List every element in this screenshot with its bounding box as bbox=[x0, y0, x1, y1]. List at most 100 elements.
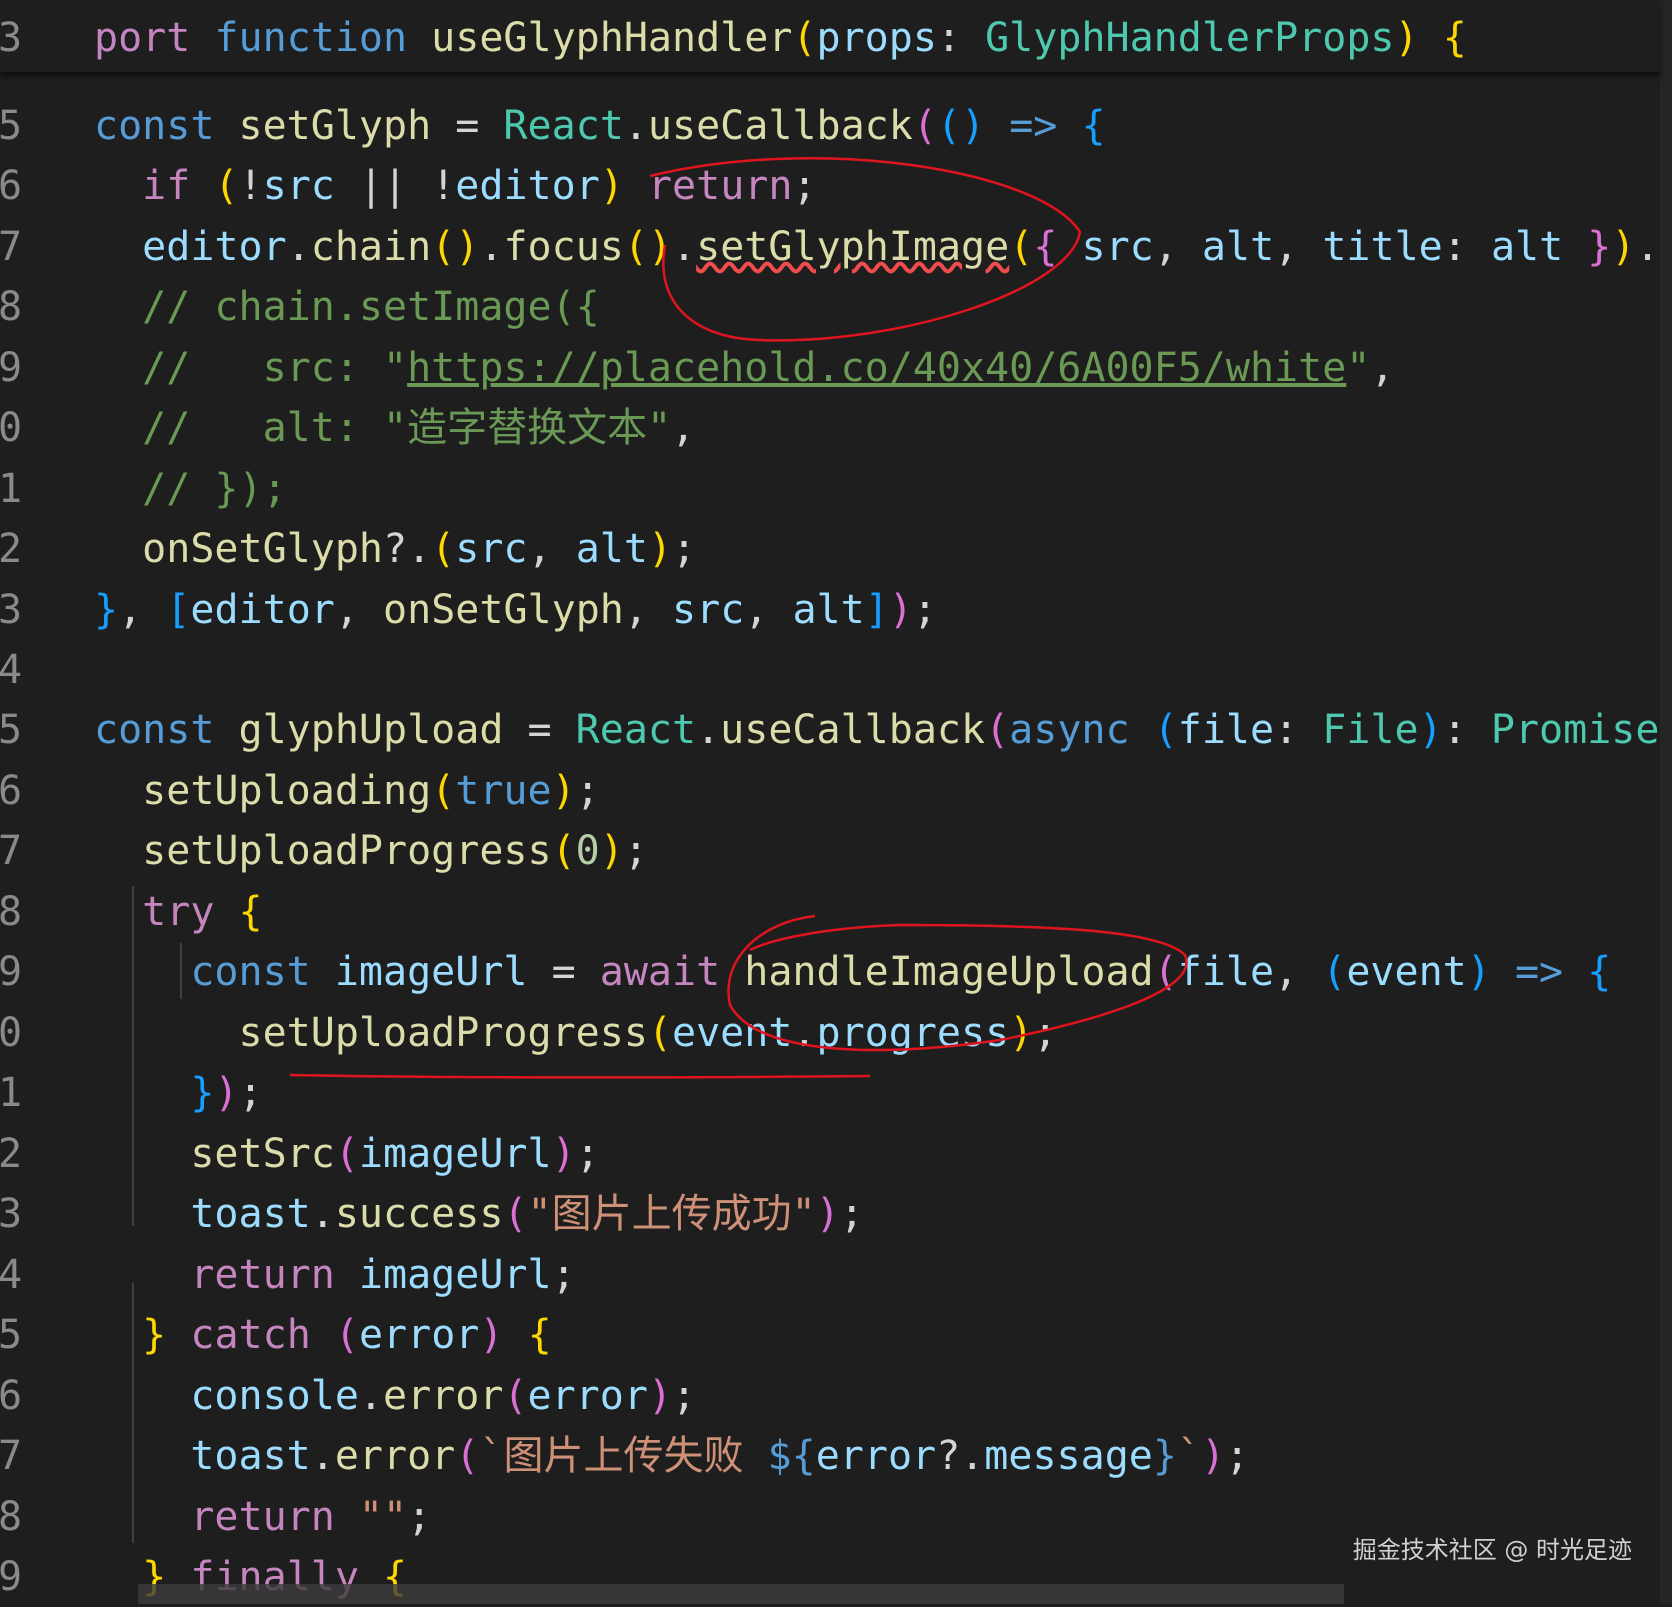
code-text[interactable]: const setGlyph = React.useCallback(() =>… bbox=[94, 96, 1106, 156]
code-text[interactable]: try { bbox=[94, 882, 262, 942]
code-line[interactable]: 2 setSrc(imageUrl); bbox=[0, 1124, 1660, 1184]
code-text[interactable]: if (!src || !editor) return; bbox=[94, 156, 817, 216]
code-line[interactable]: 8 // chain.setImage({ bbox=[0, 277, 1660, 337]
code-token: ; bbox=[672, 1373, 697, 1419]
code-text[interactable]: const imageUrl = await handleImageUpload… bbox=[94, 942, 1611, 1002]
code-text[interactable]: setUploadProgress(0); bbox=[94, 821, 648, 881]
code-text[interactable]: } catch (error) { bbox=[94, 1305, 551, 1365]
code-line[interactable]: 5 const setGlyph = React.useCallback(() =… bbox=[0, 96, 1660, 156]
code-token: . bbox=[1635, 224, 1660, 270]
code-token: event bbox=[1346, 949, 1467, 995]
code-token: useGlyphHandler bbox=[431, 15, 793, 61]
code-token: . bbox=[310, 1191, 335, 1237]
code-line[interactable]: 2 onSetGlyph?.(src, alt); bbox=[0, 519, 1660, 579]
code-token: ( bbox=[431, 768, 456, 814]
code-text[interactable]: toast.success("图片上传成功"); bbox=[94, 1184, 864, 1244]
code-token: } bbox=[1152, 1433, 1177, 1479]
code-token: () bbox=[623, 224, 673, 270]
code-text[interactable]: toast.error(`图片上传失败 ${error?.message}`); bbox=[94, 1426, 1249, 1486]
code-token: : bbox=[1442, 224, 1491, 270]
code-line[interactable]: 1 }); bbox=[0, 1063, 1660, 1123]
code-text[interactable]: }); bbox=[94, 1063, 262, 1123]
code-token: ( bbox=[334, 1131, 359, 1177]
code-text[interactable]: console.error(error); bbox=[94, 1366, 696, 1426]
code-line[interactable]: 3 toast.success("图片上传成功"); bbox=[0, 1184, 1660, 1244]
code-token: ( bbox=[792, 15, 817, 61]
code-token: . bbox=[310, 1433, 335, 1479]
code-token: = bbox=[431, 103, 504, 149]
code-line[interactable]: 9 // src: "https://placehold.co/40x40/6A… bbox=[0, 338, 1660, 398]
code-line[interactable]: 6 console.error(error); bbox=[0, 1366, 1660, 1426]
code-text[interactable]: onSetGlyph?.(src, alt); bbox=[94, 519, 696, 579]
code-text[interactable]: // chain.setImage({ bbox=[94, 277, 600, 337]
code-text[interactable]: port function useGlyphHandler(props: Gly… bbox=[94, 8, 1467, 68]
code-text[interactable]: setUploading(true); bbox=[94, 761, 600, 821]
code-token: ; bbox=[912, 587, 937, 633]
code-line[interactable]: 3 }, [editor, onSetGlyph, src, alt]); bbox=[0, 580, 1660, 640]
code-line[interactable]: 0 setUploadProgress(event.progress); bbox=[0, 1003, 1660, 1063]
code-text[interactable]: editor.chain().focus().setGlyphImage({ s… bbox=[94, 217, 1660, 277]
code-token: title bbox=[1322, 224, 1443, 270]
code-token: . bbox=[286, 224, 311, 270]
code-text[interactable]: const glyphUpload = React.useCallback(as… bbox=[94, 700, 1659, 760]
code-editor[interactable]: 3 port function useGlyphHandler(props: G… bbox=[0, 0, 1672, 1604]
line-number: 3 bbox=[0, 587, 23, 633]
code-token: ; bbox=[792, 163, 817, 209]
code-token: ; bbox=[575, 1131, 600, 1177]
code-line[interactable]: 6 if (!src || !editor) return; bbox=[0, 156, 1660, 216]
code-token: ( bbox=[1153, 707, 1178, 753]
code-token: . bbox=[696, 707, 721, 753]
code-token: setGlyphImage bbox=[696, 224, 1010, 270]
horizontal-scrollbar[interactable] bbox=[138, 1584, 1344, 1604]
code-token: ( bbox=[1322, 949, 1347, 995]
code-line[interactable]: 7 setUploadProgress(0); bbox=[0, 821, 1660, 881]
code-text[interactable]: // src: "https://placehold.co/40x40/6A00… bbox=[94, 338, 1394, 398]
code-line[interactable]: 7 toast.error(`图片上传失败 ${error?.message}`… bbox=[0, 1426, 1660, 1486]
code-line[interactable]: 5 const glyphUpload = React.useCallback(a… bbox=[0, 700, 1660, 760]
code-line[interactable]: 1 // }); bbox=[0, 459, 1660, 519]
code-token: . bbox=[623, 103, 648, 149]
code-token: ) bbox=[815, 1191, 840, 1237]
vertical-scrollbar[interactable] bbox=[1660, 0, 1672, 1604]
code-line[interactable]: 3 port function useGlyphHandler(props: G… bbox=[0, 8, 1660, 68]
code-token: 0 bbox=[575, 828, 600, 874]
code-line[interactable]: 4 return imageUrl; bbox=[0, 1245, 1660, 1305]
code-line[interactable]: 7 editor.chain().focus().setGlyphImage({… bbox=[0, 217, 1660, 277]
code-text[interactable]: return imageUrl; bbox=[94, 1245, 575, 1305]
code-line[interactable]: 0 // alt: "造字替换文本", bbox=[0, 398, 1660, 458]
line-number: 8 bbox=[0, 889, 23, 935]
code-text[interactable]: setSrc(imageUrl); bbox=[94, 1124, 600, 1184]
sticky-scroll-header[interactable]: 3 port function useGlyphHandler(props: G… bbox=[0, 0, 1660, 72]
code-token: { bbox=[1033, 224, 1058, 270]
code-token: onSetGlyph bbox=[383, 587, 624, 633]
code-token: toast bbox=[190, 1433, 311, 1479]
code-token: , bbox=[527, 526, 576, 572]
code-token: } bbox=[190, 1070, 215, 1116]
code-token: setUploading bbox=[142, 768, 432, 814]
code-token: "" bbox=[358, 1494, 408, 1540]
code-text[interactable]: // }); bbox=[94, 459, 287, 519]
code-token: || ! bbox=[334, 163, 456, 209]
code-line[interactable]: 6 setUploading(true); bbox=[0, 761, 1660, 821]
code-line[interactable]: 8 try { bbox=[0, 882, 1660, 942]
code-line[interactable]: 5 } catch (error) { bbox=[0, 1305, 1660, 1365]
code-token: ?. bbox=[936, 1433, 985, 1479]
code-token: editor bbox=[142, 224, 287, 270]
code-token: try bbox=[142, 889, 239, 935]
code-line[interactable]: 9 const imageUrl = await handleImageUplo… bbox=[0, 942, 1660, 1002]
watermark: 掘金技术社区 @ 时光足迹 bbox=[1352, 1536, 1632, 1564]
code-token: ) bbox=[551, 768, 576, 814]
code-text[interactable]: setUploadProgress(event.progress); bbox=[94, 1003, 1058, 1063]
code-line[interactable]: 4 bbox=[0, 640, 1660, 700]
code-token: { bbox=[1587, 949, 1612, 995]
code-token: : bbox=[936, 15, 986, 61]
code-text[interactable]: }, [editor, onSetGlyph, src, alt]); bbox=[94, 580, 937, 640]
code-text[interactable]: return ""; bbox=[94, 1487, 431, 1547]
code-text[interactable]: // alt: "造字替换文本", bbox=[94, 398, 695, 458]
code-token: : bbox=[1442, 707, 1491, 753]
code-token: } bbox=[1587, 224, 1612, 270]
